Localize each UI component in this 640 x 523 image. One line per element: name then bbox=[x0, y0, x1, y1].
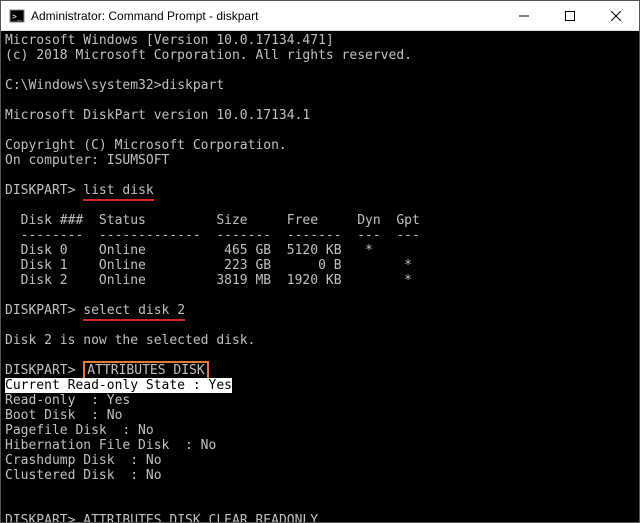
table-divider: -------- ------------- ------- ------- -… bbox=[5, 228, 420, 243]
table-row: Disk 1 Online 223 GB 0 B * bbox=[5, 258, 412, 273]
cmd-window: >_ Administrator: Command Prompt - diskp… bbox=[0, 0, 640, 523]
select-result: Disk 2 is now the selected disk. bbox=[5, 333, 255, 348]
titlebar[interactable]: >_ Administrator: Command Prompt - diskp… bbox=[1, 1, 639, 31]
diskpart-prompt: DISKPART> bbox=[5, 183, 75, 198]
cmd-icon: >_ bbox=[9, 8, 25, 24]
window-title: Administrator: Command Prompt - diskpart bbox=[31, 9, 501, 23]
copyright-line: Copyright (C) Microsoft Corporation. bbox=[5, 138, 287, 153]
attr-crashdump: Crashdump Disk : No bbox=[5, 453, 162, 468]
banner-line: (c) 2018 Microsoft Corporation. All righ… bbox=[5, 48, 412, 63]
table-row: Disk 2 Online 3819 MB 1920 KB * bbox=[5, 273, 412, 288]
diskpart-prompt: DISKPART> bbox=[5, 363, 75, 378]
cmd-select-disk: select disk 2 bbox=[83, 303, 185, 321]
attr-hibernation: Hibernation File Disk : No bbox=[5, 438, 216, 453]
cmd-diskpart: diskpart bbox=[162, 78, 225, 93]
attr-clustered: Clustered Disk : No bbox=[5, 468, 162, 483]
table-header: Disk ### Status Size Free Dyn Gpt bbox=[5, 213, 420, 228]
minimize-button[interactable] bbox=[501, 1, 547, 30]
terminal-output[interactable]: Microsoft Windows [Version 10.0.17134.47… bbox=[1, 31, 639, 522]
diskpart-version: Microsoft DiskPart version 10.0.17134.1 bbox=[5, 108, 310, 123]
cmd-clear-readonly: ATTRIBUTES DISK CLEAR READONLY bbox=[83, 513, 318, 522]
attr-readonly: Read-only : Yes bbox=[5, 393, 130, 408]
attr-pagefile: Pagefile Disk : No bbox=[5, 423, 154, 438]
svg-text:>_: >_ bbox=[12, 12, 22, 21]
cmd-list-disk: list disk bbox=[83, 183, 153, 201]
window-controls bbox=[501, 1, 639, 30]
on-computer-line: On computer: ISUMSOFT bbox=[5, 153, 169, 168]
diskpart-prompt: DISKPART> bbox=[5, 303, 75, 318]
attr-boot: Boot Disk : No bbox=[5, 408, 122, 423]
diskpart-prompt: DISKPART> bbox=[5, 513, 75, 522]
banner-line: Microsoft Windows [Version 10.0.17134.47… bbox=[5, 33, 334, 48]
prompt-path: C:\Windows\system32> bbox=[5, 78, 162, 93]
close-button[interactable] bbox=[593, 1, 639, 30]
maximize-button[interactable] bbox=[547, 1, 593, 30]
attr-current-readonly: Current Read-only State : Yes bbox=[5, 378, 232, 393]
table-row: Disk 0 Online 465 GB 5120 KB * bbox=[5, 243, 373, 258]
